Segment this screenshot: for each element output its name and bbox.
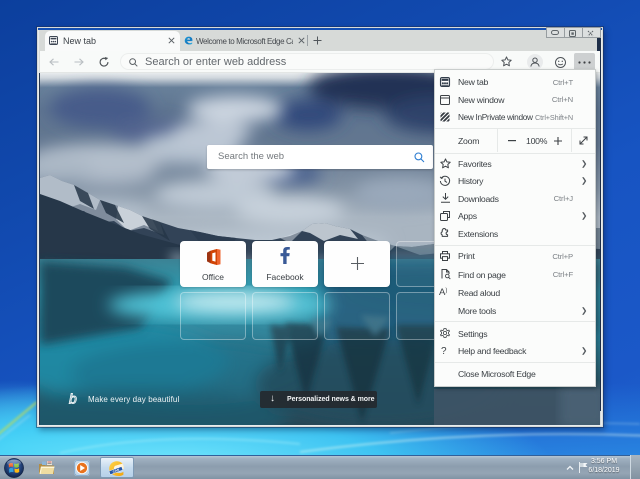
svg-text:b: b bbox=[69, 391, 77, 407]
